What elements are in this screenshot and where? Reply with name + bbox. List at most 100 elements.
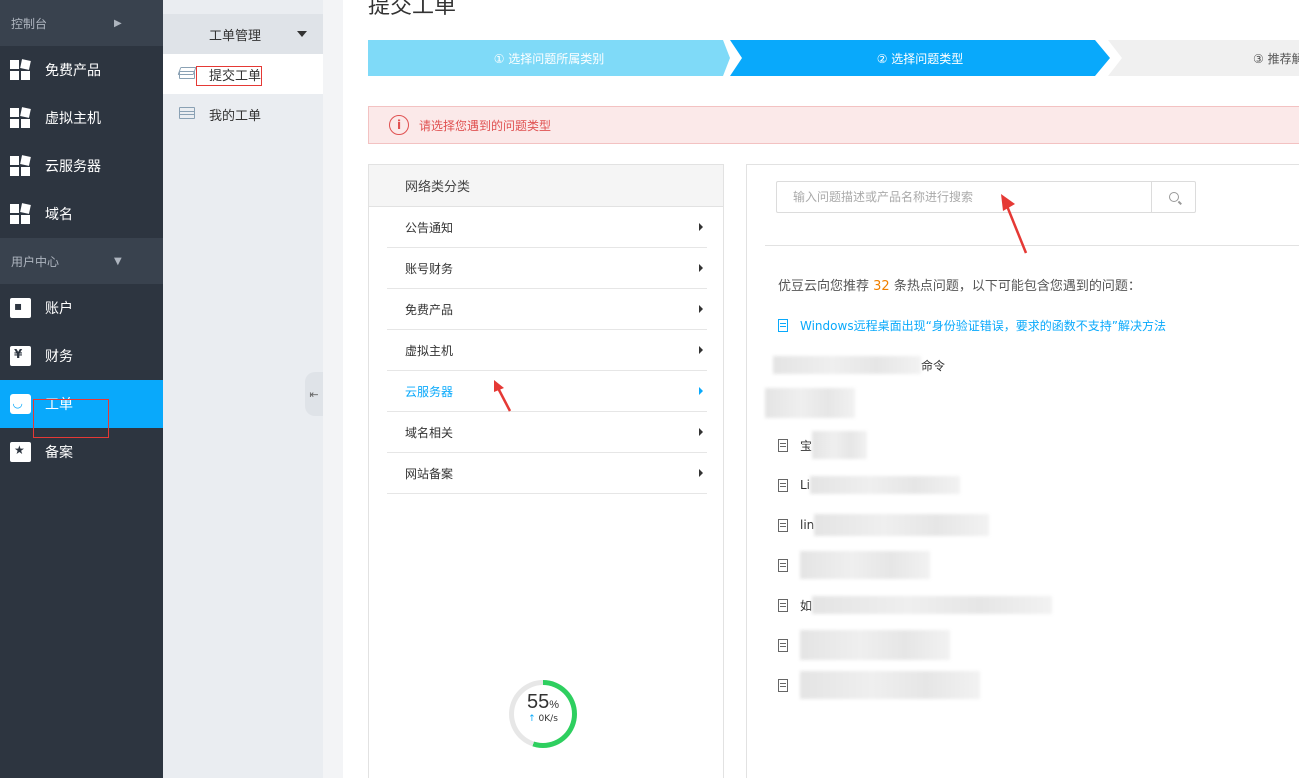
category-item[interactable]: 网站备案 — [387, 453, 707, 494]
grid-icon — [10, 59, 31, 80]
sidebar-item-domain[interactable]: 域名 — [0, 190, 163, 238]
speed-percent: 55% — [514, 691, 572, 714]
document-icon — [778, 318, 788, 332]
alert-text: 请选择您遇到的问题类型 — [419, 118, 552, 133]
recommend-suffix: 条热点问题，以下可能包含您遇到的问题： — [893, 279, 1141, 294]
console-header-label: 控制台 — [11, 16, 48, 31]
document-icon — [778, 558, 788, 572]
sidebar-item-account[interactable]: ▪ 账户 — [0, 284, 163, 332]
speed-widget-inner: 55% ↑ 0K/s — [514, 685, 572, 743]
subnav-item-label: 我的工单 — [209, 108, 262, 124]
sidebar-item-label: 账户 — [45, 301, 73, 317]
info-icon: i — [389, 115, 409, 135]
annotation-arrow — [1001, 194, 1028, 254]
sidebar-item-label: 免费产品 — [45, 63, 101, 79]
blurred-item — [765, 388, 855, 418]
step-3: ③ 推荐解 — [1108, 40, 1299, 76]
blurred-text — [812, 596, 1053, 614]
question-link[interactable]: 宝 — [778, 431, 868, 459]
search-box — [776, 181, 1196, 213]
sidebar-item-virtual-host[interactable]: 虚拟主机 — [0, 94, 163, 142]
question-link[interactable]: Windows远程桌面出现“身份验证错误，要求的函数不支持”解决方法 — [778, 315, 1166, 335]
document-icon — [778, 678, 788, 692]
category-item-label: 账号财务 — [405, 261, 454, 276]
category-item[interactable]: 域名相关 — [387, 412, 707, 453]
question-link[interactable] — [778, 551, 930, 579]
sidebar-item-finance[interactable]: ¥ 财务 — [0, 332, 163, 380]
step-1: ① 选择问题所属类别 — [368, 40, 730, 76]
sidebar-item-free-products[interactable]: 免费产品 — [0, 46, 163, 94]
caret-right-icon — [699, 223, 703, 231]
annotation-arrow — [494, 380, 512, 412]
question-text: 宝 — [800, 438, 813, 453]
question-link[interactable] — [778, 671, 980, 699]
blurred-text — [800, 551, 930, 579]
sidebar-item-label: 域名 — [45, 207, 73, 223]
recommend-text: 优豆云向您推荐 32 条热点问题，以下可能包含您遇到的问题： — [778, 275, 1141, 294]
annotation-box — [33, 399, 109, 438]
category-item-active[interactable]: 云服务器 — [387, 371, 707, 412]
subnav-item-my-tickets[interactable]: 我的工单 — [163, 94, 323, 134]
caret-right-icon — [699, 428, 703, 436]
document-icon — [778, 638, 788, 652]
sidebar-item-label: 备案 — [45, 445, 73, 461]
question-link[interactable] — [778, 630, 950, 660]
console-section-header[interactable]: 控制台 ▶ — [0, 0, 163, 46]
contact-card-icon: ▪ — [10, 298, 31, 318]
category-panel-title: 网络类分类 — [369, 165, 723, 207]
sidebar-item-label: 云服务器 — [45, 159, 101, 175]
question-text: Windows远程桌面出现“身份验证错误，要求的函数不支持”解决方法 — [800, 318, 1167, 333]
search-input[interactable] — [777, 182, 1152, 212]
star-icon: ★ — [10, 442, 31, 462]
question-link[interactable]: 如 — [778, 595, 1053, 615]
chevron-down-icon: ▼ — [114, 255, 122, 267]
document-icon — [778, 438, 788, 452]
chevron-right-icon: ▶ — [114, 17, 122, 29]
blurred-text — [800, 630, 950, 660]
question-link[interactable]: lin — [778, 514, 990, 536]
sidebar-item-label: 虚拟主机 — [45, 111, 101, 127]
subnav-header-label: 工单管理 — [209, 28, 262, 44]
yen-icon: ¥ — [10, 346, 31, 366]
sidebar-item-cloud-server[interactable]: 云服务器 — [0, 142, 163, 190]
category-item[interactable]: 免费产品 — [387, 289, 707, 330]
arrow-up-icon: ↑ — [528, 714, 536, 724]
recommend-prefix: 优豆云向您推荐 — [778, 279, 870, 294]
network-speed-widget[interactable]: 55% ↑ 0K/s — [509, 680, 577, 748]
blurred-text — [812, 431, 868, 459]
caret-down-icon — [297, 31, 307, 37]
blurred-text — [765, 388, 855, 418]
user-center-section-header[interactable]: 用户中心 ▼ — [0, 238, 163, 284]
question-text: lin — [800, 518, 815, 532]
category-list: 公告通知 账号财务 免费产品 虚拟主机 云服务器 域名相关 网站备案 — [369, 207, 723, 494]
collapse-icon: ⇤ — [309, 387, 319, 401]
question-link[interactable]: 命令 — [773, 355, 945, 375]
category-item-label: 云服务器 — [405, 384, 454, 399]
ticket-management-header[interactable]: 工单管理 — [163, 14, 323, 54]
collapse-sidebar-button[interactable]: ⇤ — [305, 372, 323, 416]
speed-rate: ↑ 0K/s — [514, 714, 572, 724]
category-item-label: 虚拟主机 — [405, 343, 454, 358]
grid-icon — [10, 107, 31, 128]
document-icon — [778, 518, 788, 532]
speed-rate-value: 0K/s — [538, 714, 558, 724]
step-2: ② 选择问题类型 — [730, 40, 1110, 76]
main-sidebar: 控制台 ▶ 免费产品 虚拟主机 云服务器 域名 用户中心 ▼ ▪ 账户 ¥ 财务… — [0, 0, 163, 778]
blurred-text — [810, 476, 961, 494]
question-text: 如 — [800, 598, 813, 613]
alert-banner: i 请选择您遇到的问题类型 — [368, 106, 1299, 144]
category-item[interactable]: 虚拟主机 — [387, 330, 707, 371]
search-button[interactable] — [1151, 182, 1195, 212]
blurred-text — [814, 514, 990, 536]
caret-right-icon — [699, 469, 703, 477]
document-icon — [778, 598, 788, 612]
sidebar-item-label: 财务 — [45, 349, 73, 365]
question-text: 命令 — [921, 358, 946, 373]
page-title: 提交工单 — [368, 0, 457, 19]
question-link[interactable]: Li — [778, 475, 961, 495]
category-item-label: 免费产品 — [405, 302, 454, 317]
user-center-header-label: 用户中心 — [11, 254, 60, 269]
layers-icon — [178, 106, 196, 122]
category-item[interactable]: 公告通知 — [387, 207, 707, 248]
category-item[interactable]: 账号财务 — [387, 248, 707, 289]
